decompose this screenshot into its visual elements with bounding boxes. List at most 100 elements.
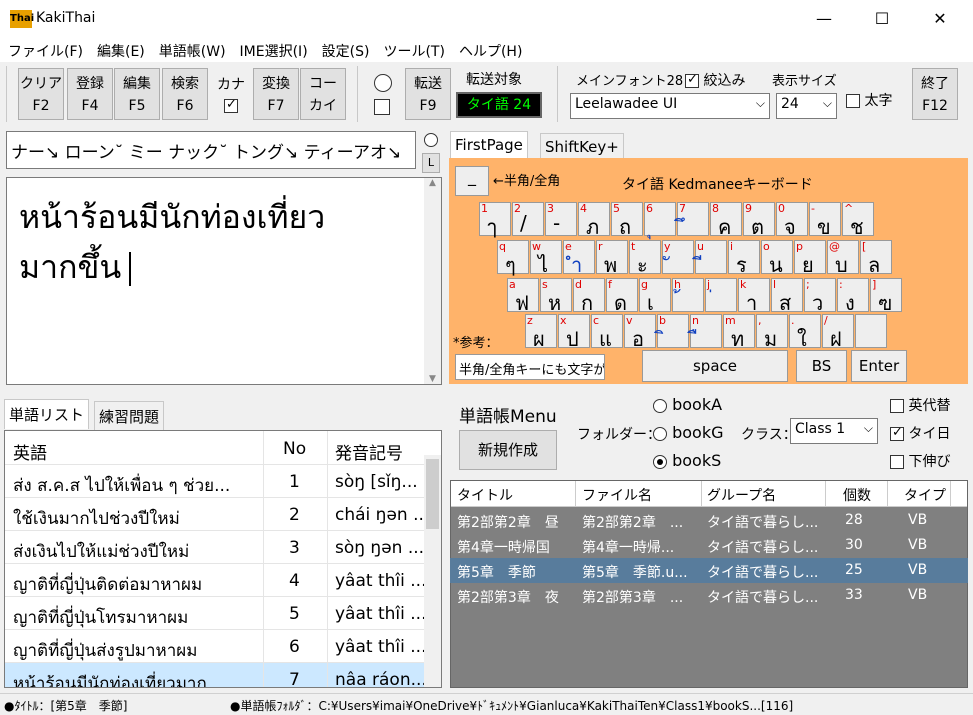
- key-,[interactable]: ,ม: [756, 314, 788, 351]
- key-c[interactable]: cแ: [591, 314, 623, 351]
- wordbook-row[interactable]: 第2部第3章 夜 第2部第3章 ... タイ語で暮らし... 33 VB: [450, 583, 968, 608]
- zenkaku-key[interactable]: _: [455, 166, 489, 196]
- key-o[interactable]: oน: [761, 240, 793, 277]
- key-g[interactable]: gเ: [639, 278, 671, 315]
- word-table-scrollbar[interactable]: [424, 455, 441, 687]
- key-s[interactable]: sห: [540, 278, 572, 315]
- key-/[interactable]: / ฝ: [822, 314, 854, 351]
- option-shita[interactable]: 下伸び: [890, 451, 950, 471]
- key-blank[interactable]: [855, 314, 887, 348]
- option-eiyo[interactable]: 英代替: [890, 395, 950, 415]
- table-row[interactable]: ส่ง ส.ค.ส ไปให้เพื่อน ๆ ช่วย... 1 sòŋ [sǐŋ…: [5, 465, 425, 498]
- key-z[interactable]: zผ: [525, 314, 557, 351]
- wordbook-row[interactable]: 第2部第2章 昼 第2部第2章 ... タイ語で暮らし... 28 VB: [450, 508, 968, 533]
- key-b[interactable]: bิ: [657, 314, 689, 348]
- table-row[interactable]: ญาติที่ญี่ปุ่นโทรมาหาผม 5 yâat thîi ...: [5, 597, 425, 630]
- key-u[interactable]: uี: [695, 240, 727, 274]
- key-[[interactable]: [ล: [860, 240, 892, 277]
- search-button[interactable]: 検索 F6: [162, 68, 208, 120]
- key-r[interactable]: rพ: [596, 240, 628, 277]
- menu-settings[interactable]: 設定(S): [315, 38, 377, 64]
- size-select[interactable]: 24 ⌵: [776, 93, 837, 119]
- tab-shift-key[interactable]: ShiftKey+: [540, 133, 624, 160]
- table-row[interactable]: ญาติที่ญี่ปุ่นติดต่อมาหาผม 4 yâat thîi ...: [5, 564, 425, 597]
- transfer-button[interactable]: 転送 F9: [405, 68, 451, 120]
- key-q[interactable]: qๆ: [497, 240, 529, 277]
- key-3[interactable]: 3-: [545, 202, 577, 236]
- key-y[interactable]: yั: [662, 240, 694, 274]
- menu-ime[interactable]: IME選択(I): [233, 38, 315, 64]
- maximize-button[interactable]: ☐: [859, 0, 905, 38]
- key-i[interactable]: iร: [728, 240, 760, 277]
- menu-edit[interactable]: 編集(E): [90, 38, 152, 64]
- folder-option-g[interactable]: bookG: [653, 423, 724, 442]
- key-5[interactable]: 5ถ: [611, 202, 643, 239]
- key-9[interactable]: 9ต: [743, 202, 775, 239]
- convert-button[interactable]: 変換 F7: [253, 68, 299, 120]
- key-a[interactable]: aฟ: [507, 278, 539, 315]
- key-e[interactable]: eำ: [563, 240, 595, 277]
- filter-checkbox[interactable]: [685, 72, 699, 88]
- key-l[interactable]: lส: [771, 278, 803, 315]
- scroll-thumb[interactable]: [426, 459, 439, 529]
- menu-help[interactable]: ヘルプ(H): [452, 38, 529, 64]
- scroll-up-icon[interactable]: ▲: [424, 178, 441, 188]
- key-7[interactable]: 7ึ: [677, 202, 709, 236]
- eiyo-checkbox[interactable]: [890, 399, 904, 413]
- wordbook-row[interactable]: 第4章一時帰国 第4章一時帰... タイ語で暮らし... 30 VB: [450, 533, 968, 558]
- key-0[interactable]: 0จ: [776, 202, 808, 239]
- key-h[interactable]: h้: [672, 278, 704, 312]
- menu-file[interactable]: ファイル(F): [0, 38, 90, 64]
- key-m[interactable]: mท: [723, 314, 755, 351]
- col-header-group[interactable]: グループ名: [707, 485, 776, 505]
- bold-group[interactable]: 太字: [846, 90, 892, 110]
- key-d[interactable]: dก: [573, 278, 605, 315]
- key--[interactable]: -ข: [809, 202, 841, 239]
- table-row[interactable]: หน้าร้อนมีนักท่องเที่ยวมาก 7 nâa ráon...: [5, 663, 425, 687]
- class-select[interactable]: Class 1 ⌵: [790, 418, 878, 444]
- menu-wordbook[interactable]: 単語帳(W): [152, 38, 233, 64]
- clear-button[interactable]: クリア F2: [18, 68, 64, 120]
- filter-group[interactable]: 絞込み: [685, 70, 745, 90]
- key-][interactable]: ] ฃ: [870, 278, 902, 315]
- key-f[interactable]: fด: [606, 278, 638, 315]
- key-p[interactable]: pย: [794, 240, 826, 277]
- kana-checkbox[interactable]: [224, 97, 238, 113]
- key-@[interactable]: @ บ: [827, 240, 859, 277]
- tab-word-list[interactable]: 単語リスト: [4, 399, 90, 429]
- key-j[interactable]: j่: [705, 278, 737, 312]
- key-k[interactable]: kา: [738, 278, 770, 315]
- col-header-pronunciation[interactable]: 発音記号: [335, 439, 403, 464]
- new-wordbook-button[interactable]: 新規作成: [459, 430, 557, 470]
- thai-editor[interactable]: หน้าร้อนมีนักท่องเที่ยว มากขึ้น ▲ ▼: [6, 177, 442, 385]
- key-;[interactable]: ; ว: [804, 278, 836, 315]
- key-n[interactable]: nื: [690, 314, 722, 348]
- col-header-title[interactable]: タイトル: [457, 485, 513, 505]
- tab-first-page[interactable]: FirstPage: [450, 131, 528, 158]
- wordbook-row[interactable]: 第5章 季節 第5章 季節.u... タイ語で暮らし... 25 VB: [450, 558, 968, 583]
- key-x[interactable]: xป: [558, 314, 590, 351]
- minimize-button[interactable]: —: [801, 0, 847, 38]
- key-4[interactable]: 4ภ: [578, 202, 610, 239]
- shita-checkbox[interactable]: [890, 455, 904, 469]
- transfer-radio-1[interactable]: [374, 74, 392, 92]
- key-:[interactable]: :ง: [837, 278, 869, 315]
- editor-scrollbar[interactable]: ▲ ▼: [424, 178, 441, 384]
- bold-checkbox[interactable]: [846, 94, 860, 108]
- enter-key[interactable]: Enter: [851, 350, 907, 382]
- exit-button[interactable]: 終了 F12: [912, 68, 958, 120]
- col-header-filename[interactable]: ファイル名: [582, 485, 652, 505]
- scroll-down-icon[interactable]: ▼: [424, 374, 441, 384]
- space-key[interactable]: space: [642, 350, 788, 382]
- copy-button[interactable]: コー カイ: [300, 68, 346, 120]
- thai-checkbox[interactable]: [890, 425, 904, 441]
- register-button[interactable]: 登録 F4: [67, 68, 113, 120]
- l-button[interactable]: L: [422, 153, 440, 173]
- close-button[interactable]: ✕: [917, 0, 963, 38]
- menu-tools[interactable]: ツール(T): [376, 38, 451, 64]
- option-thai[interactable]: タイ日: [890, 423, 950, 443]
- col-header-no[interactable]: No: [283, 439, 306, 459]
- font-select[interactable]: Leelawadee UI ⌵: [570, 93, 770, 119]
- key-1[interactable]: 1ๅ: [479, 202, 511, 239]
- edit-button[interactable]: 編集 F5: [114, 68, 160, 120]
